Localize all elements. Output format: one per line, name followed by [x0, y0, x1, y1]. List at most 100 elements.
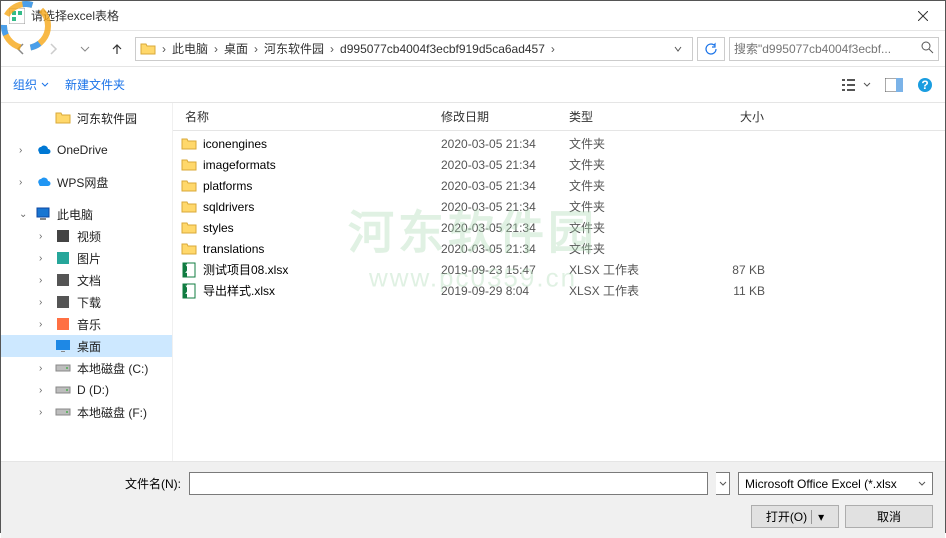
file-date: 2020-03-05 21:34	[429, 242, 557, 256]
help-button[interactable]: ?	[917, 77, 933, 93]
back-button[interactable]	[7, 37, 35, 61]
open-button[interactable]: 打开(O) ▾	[751, 505, 839, 528]
sidebar-item-label: 桌面	[77, 338, 101, 355]
recent-button[interactable]	[71, 37, 99, 61]
sidebar-item-label: 图片	[77, 250, 101, 267]
breadcrumb-item[interactable]: 河东软件园	[260, 40, 328, 57]
sidebar-item[interactable]: ›图片	[1, 247, 172, 269]
cancel-button[interactable]: 取消	[845, 505, 933, 528]
file-type: XLSX 工作表	[557, 282, 661, 299]
sidebar-item[interactable]: ›视频	[1, 225, 172, 247]
breadcrumb-chevron[interactable]: ›	[212, 42, 220, 56]
newfolder-button[interactable]: 新建文件夹	[65, 76, 125, 93]
filename-input[interactable]	[189, 472, 708, 495]
breadcrumb-chevron[interactable]: ›	[252, 42, 260, 56]
file-date: 2020-03-05 21:34	[429, 200, 557, 214]
file-type: 文件夹	[557, 219, 661, 236]
close-button[interactable]	[900, 1, 945, 30]
file-date: 2020-03-05 21:34	[429, 179, 557, 193]
address-bar[interactable]: › 此电脑 › 桌面 › 河东软件园 › d995077cb4004f3ecbf…	[135, 37, 693, 61]
sidebar-item[interactable]: ›文档	[1, 269, 172, 291]
column-date[interactable]: 修改日期	[429, 103, 557, 130]
chevron-down-icon	[80, 44, 90, 54]
column-headers: 名称 修改日期 类型 大小	[173, 103, 945, 131]
file-type: 文件夹	[557, 135, 661, 152]
search-box[interactable]	[729, 37, 939, 61]
up-button[interactable]	[103, 37, 131, 61]
sidebar-item-label: 视频	[77, 228, 101, 245]
sidebar-item-label: 河东软件园	[77, 110, 137, 127]
sidebar-item-label: OneDrive	[57, 143, 108, 157]
up-icon	[109, 41, 125, 57]
svg-text:X: X	[185, 283, 193, 297]
sidebar-item[interactable]: ›本地磁盘 (C:)	[1, 357, 172, 379]
file-name: translations	[203, 242, 264, 256]
search-input[interactable]	[734, 42, 920, 56]
close-icon	[918, 11, 928, 21]
filename-dropdown[interactable]	[716, 472, 730, 495]
sidebar-item-label: WPS网盘	[57, 174, 108, 191]
breadcrumb-chevron[interactable]: ›	[549, 42, 557, 56]
sidebar-item[interactable]: ›OneDrive	[1, 139, 172, 161]
main-area: 河东软件园 ›OneDrive ›WPS网盘 ⌄此电脑›视频›图片›文档›下载›音乐桌…	[1, 103, 945, 461]
window-title: 请选择excel表格	[31, 7, 119, 24]
organize-button[interactable]: 组织	[13, 76, 49, 93]
breadcrumb-item[interactable]: d995077cb4004f3ecbf919d5ca6ad457	[336, 42, 549, 56]
refresh-button[interactable]	[697, 37, 725, 61]
sidebar-item[interactable]: 河东软件园	[1, 107, 172, 129]
sidebar-item[interactable]: ›本地磁盘 (F:)	[1, 401, 172, 423]
sidebar: 河东软件园 ›OneDrive ›WPS网盘 ⌄此电脑›视频›图片›文档›下载›音乐桌…	[1, 103, 173, 461]
file-date: 2019-09-29 8:04	[429, 284, 557, 298]
svg-text:X: X	[185, 262, 193, 276]
file-type: XLSX 工作表	[557, 261, 661, 278]
sidebar-item[interactable]: 桌面	[1, 335, 172, 357]
filename-label: 文件名(N):	[13, 475, 181, 492]
column-size[interactable]: 大小	[661, 103, 781, 130]
address-dropdown[interactable]	[668, 42, 688, 56]
file-size: 87 KB	[661, 263, 781, 277]
sidebar-item-label: D (D:)	[77, 383, 109, 397]
file-name: sqldrivers	[203, 200, 254, 214]
file-type: 文件夹	[557, 156, 661, 173]
file-row[interactable]: imageformats2020-03-05 21:34文件夹	[173, 154, 945, 175]
file-name: 测试项目08.xlsx	[203, 261, 288, 278]
breadcrumb-item[interactable]: 桌面	[220, 40, 252, 57]
filetype-value: Microsoft Office Excel (*.xlsx	[745, 477, 897, 491]
preview-pane-button[interactable]	[885, 78, 903, 92]
folder-icon	[140, 41, 156, 57]
file-type: 文件夹	[557, 240, 661, 257]
sidebar-item[interactable]: ›WPS网盘	[1, 171, 172, 193]
sidebar-item-label: 本地磁盘 (C:)	[77, 360, 148, 377]
sidebar-item[interactable]: ›D (D:)	[1, 379, 172, 401]
file-row[interactable]: iconengines2020-03-05 21:34文件夹	[173, 133, 945, 154]
back-icon	[13, 41, 29, 57]
file-row[interactable]: X测试项目08.xlsx2019-09-23 15:47XLSX 工作表87 K…	[173, 259, 945, 280]
file-name: 导出样式.xlsx	[203, 282, 275, 299]
breadcrumb-item[interactable]: 此电脑	[168, 40, 212, 57]
forward-button[interactable]	[39, 37, 67, 61]
column-type[interactable]: 类型	[557, 103, 661, 130]
chevron-down-icon	[719, 480, 727, 488]
titlebar: 请选择excel表格	[1, 1, 945, 31]
forward-icon	[45, 41, 61, 57]
sidebar-item-label: 本地磁盘 (F:)	[77, 404, 147, 421]
file-row[interactable]: translations 2020-03-05 21:34文件夹	[173, 238, 945, 259]
breadcrumb-chevron[interactable]: ›	[328, 42, 336, 56]
breadcrumb-chevron[interactable]: ›	[160, 42, 168, 56]
view-options-button[interactable]	[841, 77, 871, 93]
chevron-down-icon	[674, 45, 682, 53]
file-row[interactable]: platforms2020-03-05 21:34文件夹	[173, 175, 945, 196]
file-row[interactable]: X导出样式.xlsx2019-09-29 8:04XLSX 工作表11 KB	[173, 280, 945, 301]
search-icon[interactable]	[920, 40, 934, 57]
file-row[interactable]: sqldrivers2020-03-05 21:34文件夹	[173, 196, 945, 217]
sidebar-item[interactable]: ›音乐	[1, 313, 172, 335]
filetype-select[interactable]: Microsoft Office Excel (*.xlsx	[738, 472, 933, 495]
file-row[interactable]: styles2020-03-05 21:34文件夹	[173, 217, 945, 238]
chevron-down-icon	[41, 81, 49, 89]
refresh-icon	[704, 42, 718, 56]
sidebar-item[interactable]: ⌄此电脑	[1, 203, 172, 225]
sidebar-item[interactable]: ›下载	[1, 291, 172, 313]
sidebar-item-label: 下载	[77, 294, 101, 311]
column-name[interactable]: 名称	[173, 103, 429, 130]
file-date: 2020-03-05 21:34	[429, 221, 557, 235]
